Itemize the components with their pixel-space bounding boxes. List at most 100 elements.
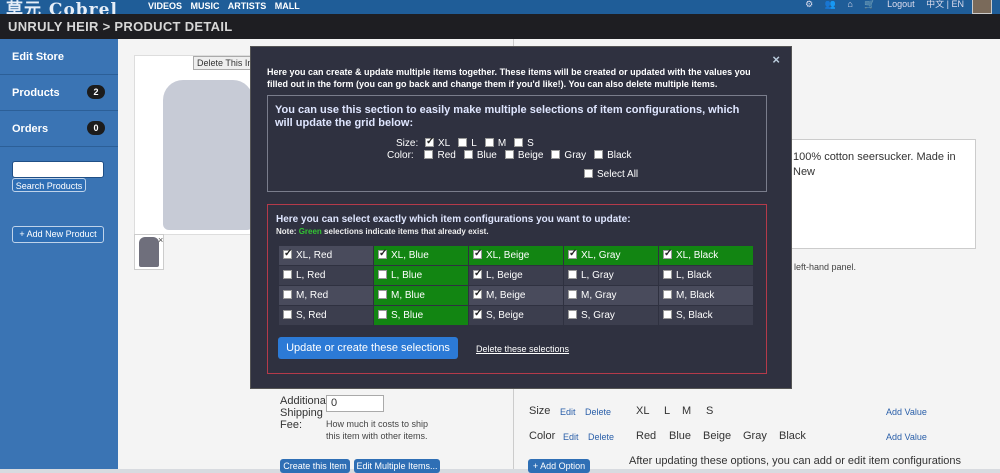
grid-cell[interactable]: M, Red	[278, 285, 374, 306]
nav-mall[interactable]: MALL	[275, 1, 300, 11]
grid-cell-checkbox[interactable]	[283, 270, 292, 279]
grid-cell-checkbox[interactable]	[378, 310, 387, 319]
add-color-value-link[interactable]: Add Value	[886, 432, 927, 442]
edit-multiple-items-button[interactable]: Edit Multiple Items...	[354, 459, 440, 473]
add-option-button[interactable]: + Add Option	[528, 459, 590, 473]
grid-cell-checkbox[interactable]	[663, 270, 672, 279]
search-products-button[interactable]: Search Products	[12, 178, 86, 192]
size-l-checkbox[interactable]	[458, 138, 468, 147]
grid-cell-checkbox[interactable]	[378, 270, 387, 279]
grid-cell[interactable]: M, Blue	[373, 285, 469, 306]
grid-cell[interactable]: S, Gray	[563, 305, 659, 326]
grid-cell-checkbox[interactable]	[568, 248, 577, 259]
color-red-option[interactable]: Red	[424, 150, 456, 161]
edit-size-link[interactable]: Edit	[560, 407, 576, 417]
delete-size-link[interactable]: Delete	[585, 407, 611, 417]
size-xl-option[interactable]: XL	[425, 136, 450, 149]
select-all-option[interactable]: Select All	[584, 169, 638, 180]
grid-cell[interactable]: L, Blue	[373, 265, 469, 286]
grid-cell[interactable]: L, Gray	[563, 265, 659, 286]
size-m-checkbox[interactable]	[484, 138, 494, 147]
sidebar-item-label: Edit Store	[12, 51, 64, 63]
create-item-button[interactable]: Create this Item	[280, 459, 350, 473]
grid-cell-checkbox[interactable]	[663, 290, 672, 299]
grid-cell-label: L, Black	[676, 270, 712, 281]
grid-cell-checkbox[interactable]	[568, 270, 577, 279]
grid-cell-checkbox[interactable]	[473, 248, 482, 259]
grid-cell-checkbox[interactable]	[473, 268, 482, 279]
size-value-xl: XL	[636, 405, 650, 417]
grid-cell[interactable]: XL, Red	[278, 245, 374, 266]
grid-cell-checkbox[interactable]	[663, 310, 672, 319]
color-beige-option[interactable]: Beige	[504, 150, 543, 161]
home-icon[interactable]: ⌂	[847, 0, 852, 9]
grid-cell[interactable]: XL, Gray	[563, 245, 659, 266]
color-beige-checkbox[interactable]	[504, 150, 514, 159]
cart-icon[interactable]: 🛒	[864, 0, 875, 9]
grid-cell[interactable]: M, Black	[658, 285, 754, 306]
color-gray-checkbox[interactable]	[551, 150, 561, 159]
color-black-checkbox[interactable]	[594, 150, 604, 159]
size-checkbox-row: Size: XL L M S	[396, 136, 542, 149]
grid-cell[interactable]: XL, Beige	[468, 245, 564, 266]
edit-multiple-items-modal: × Here you can create & update multiple …	[250, 46, 792, 389]
grid-cell-checkbox[interactable]	[473, 288, 482, 299]
grid-cell[interactable]: S, Red	[278, 305, 374, 326]
grid-cell-checkbox[interactable]	[663, 248, 672, 259]
language-switch[interactable]: 中文 | EN	[926, 0, 964, 9]
update-selections-button[interactable]: Update or create these selections	[278, 337, 458, 359]
grid-cell-checkbox[interactable]	[378, 248, 387, 259]
users-icon[interactable]: 👥	[825, 0, 836, 9]
edit-color-link[interactable]: Edit	[563, 432, 579, 442]
color-blue-option[interactable]: Blue	[463, 150, 497, 161]
grid-cell-checkbox[interactable]	[283, 290, 292, 299]
grid-row: L, Red L, Blue L, Beige L, Gray L, Black	[278, 265, 754, 286]
grid-cell[interactable]: XL, Black	[658, 245, 754, 266]
gear-icon[interactable]: ⚙	[805, 0, 813, 9]
delete-selections-link[interactable]: Delete these selections	[476, 344, 569, 354]
size-s-checkbox[interactable]	[514, 138, 524, 147]
add-new-product-button[interactable]: + Add New Product	[12, 226, 104, 243]
close-icon[interactable]: ×	[158, 235, 163, 245]
logout-link[interactable]: Logout	[887, 0, 915, 9]
delete-color-link[interactable]: Delete	[588, 432, 614, 442]
size-m-option[interactable]: M	[484, 138, 506, 149]
nav-music[interactable]: MUSIC	[191, 1, 220, 11]
size-l-option[interactable]: L	[458, 138, 477, 149]
grid-cell[interactable]: M, Beige	[468, 285, 564, 306]
grid-cell-checkbox[interactable]	[568, 290, 577, 299]
close-icon[interactable]: ×	[772, 52, 780, 67]
color-option-label: Color	[529, 430, 556, 442]
color-gray-option[interactable]: Gray	[551, 150, 586, 161]
grid-cell[interactable]: XL, Blue	[373, 245, 469, 266]
color-black-option[interactable]: Black	[594, 150, 632, 161]
grid-cell-checkbox[interactable]	[568, 310, 577, 319]
grid-cell-checkbox[interactable]	[283, 248, 292, 259]
color-blue-checkbox[interactable]	[463, 150, 473, 159]
avatar[interactable]	[972, 0, 992, 14]
grid-cell[interactable]: S, Blue	[373, 305, 469, 326]
grid-cell[interactable]: S, Black	[658, 305, 754, 326]
grid-cell[interactable]: L, Black	[658, 265, 754, 286]
sidebar-item-products[interactable]: Products 2	[0, 75, 118, 111]
nav-videos[interactable]: VIDEOS	[148, 1, 182, 11]
size-xl-checkbox[interactable]	[425, 136, 434, 147]
grid-cell[interactable]: L, Beige	[468, 265, 564, 286]
grid-cell[interactable]: L, Red	[278, 265, 374, 286]
select-all-checkbox[interactable]	[584, 169, 593, 178]
site-logo[interactable]: 草元 Cobrel	[6, 0, 118, 14]
description-textarea[interactable]: 100% cotton seersucker. Made in New	[786, 139, 976, 249]
grid-cell-checkbox[interactable]	[283, 310, 292, 319]
nav-artists[interactable]: ARTISTS	[228, 1, 267, 11]
grid-cell[interactable]: M, Gray	[563, 285, 659, 306]
size-s-option[interactable]: S	[514, 138, 534, 149]
sidebar-item-orders[interactable]: Orders 0	[0, 111, 118, 147]
color-red-checkbox[interactable]	[424, 150, 434, 159]
product-search-input[interactable]	[12, 161, 104, 178]
sidebar-item-edit-store[interactable]: Edit Store	[0, 39, 118, 75]
add-size-value-link[interactable]: Add Value	[886, 407, 927, 417]
grid-cell-checkbox[interactable]	[473, 308, 482, 319]
grid-cell-checkbox[interactable]	[378, 290, 387, 299]
grid-cell[interactable]: S, Beige	[468, 305, 564, 326]
shipping-fee-input[interactable]: 0	[326, 395, 384, 412]
